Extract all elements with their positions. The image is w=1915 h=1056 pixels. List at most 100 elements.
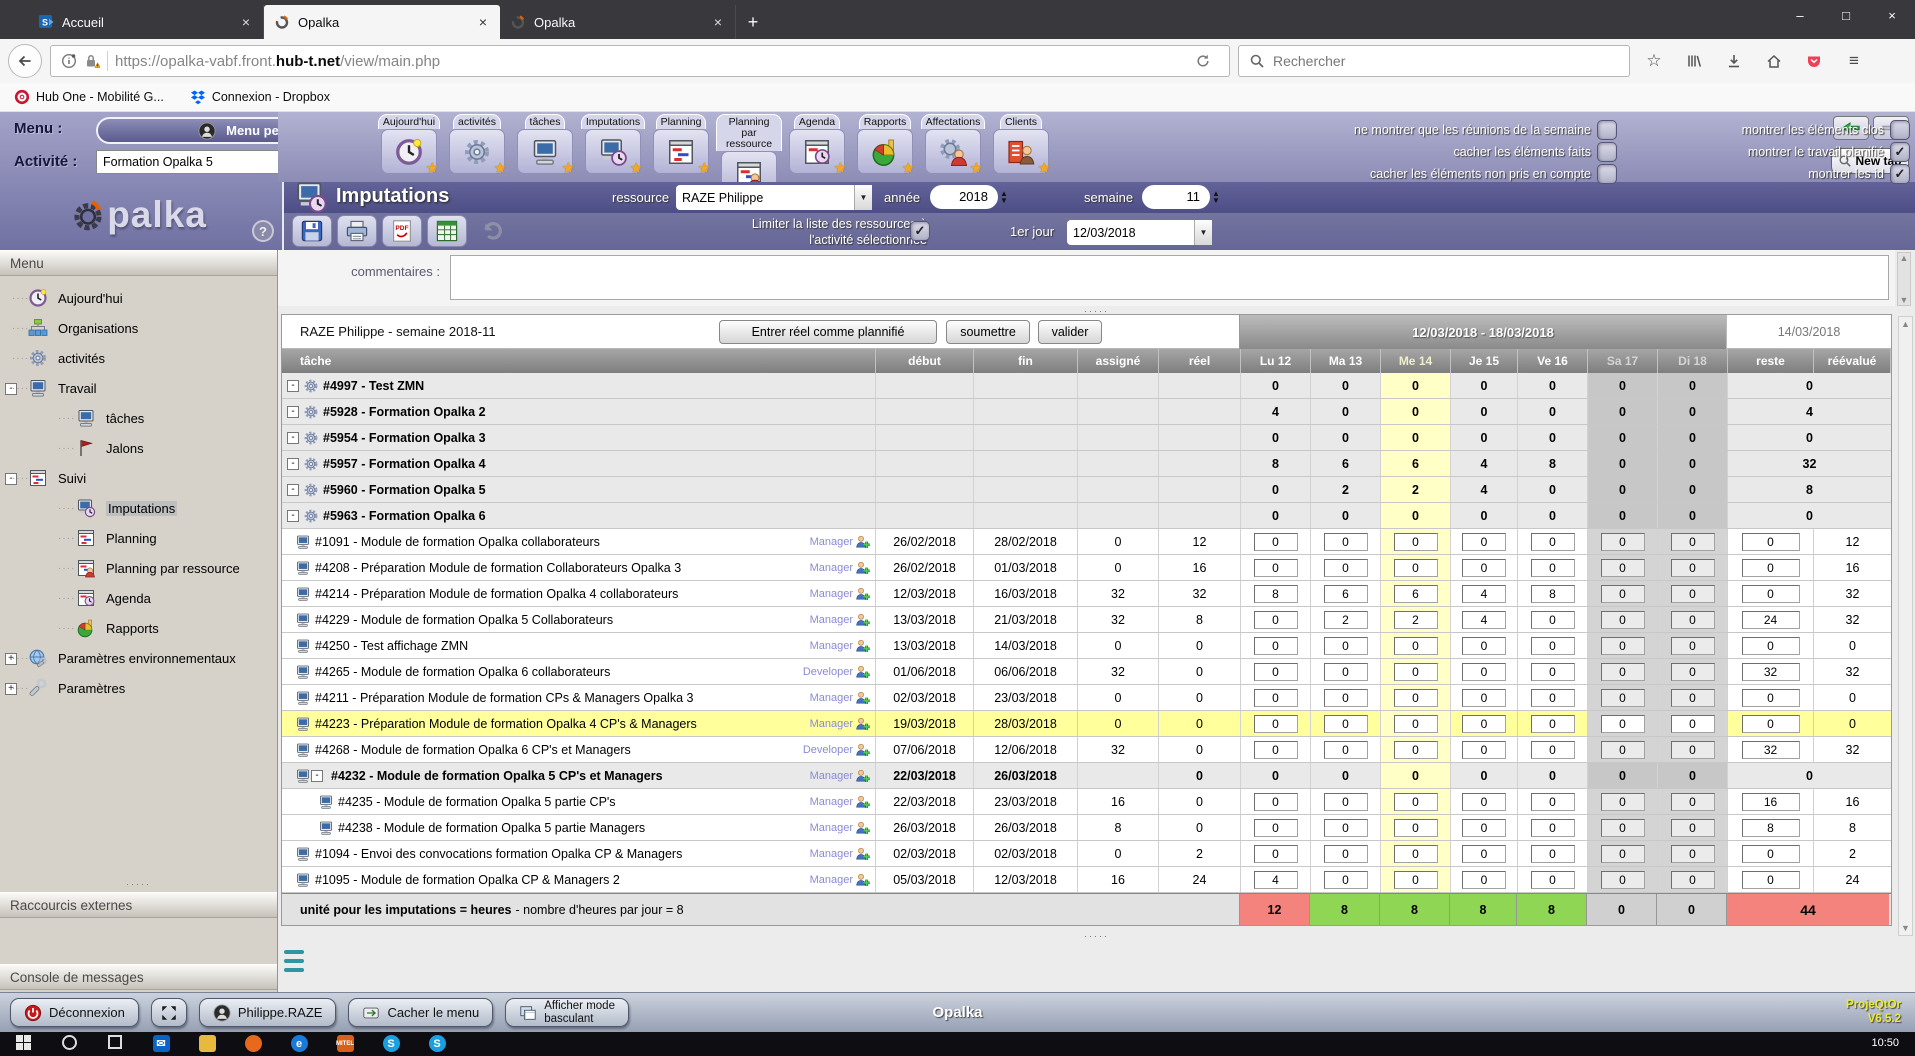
hours-input[interactable]: 0 bbox=[1601, 715, 1645, 733]
sidebar-item-organisations[interactable]: ····Organisations bbox=[0, 314, 277, 344]
hours-input[interactable]: 0 bbox=[1601, 819, 1645, 837]
column-header-fin[interactable]: fin bbox=[974, 349, 1078, 373]
app-tab-button[interactable]: ★ bbox=[653, 129, 709, 174]
downloads-icon[interactable] bbox=[1718, 46, 1750, 76]
reste-input[interactable]: 0 bbox=[1742, 845, 1800, 863]
hours-input[interactable]: 0 bbox=[1671, 611, 1715, 629]
sidebar-item-planning[interactable]: ····Planning bbox=[0, 524, 277, 554]
checkbox[interactable] bbox=[1890, 120, 1910, 140]
hours-input[interactable]: 0 bbox=[1324, 559, 1368, 577]
role-assign-link[interactable]: Manager bbox=[810, 716, 875, 732]
hours-input[interactable]: 0 bbox=[1324, 533, 1368, 551]
week-stepper[interactable]: 11▲▼ bbox=[1142, 185, 1220, 209]
column-header-reste[interactable]: reste bbox=[1728, 349, 1814, 373]
hours-input[interactable]: 0 bbox=[1394, 715, 1438, 733]
role-assign-link[interactable]: Manager bbox=[810, 534, 875, 550]
hours-input[interactable]: 0 bbox=[1671, 741, 1715, 759]
url-bar[interactable]: https://opalka-vabf.front.hub-t.net/view… bbox=[50, 45, 1230, 77]
home-icon[interactable] bbox=[1758, 46, 1790, 76]
sidebar-item-activit-s[interactable]: ····activités bbox=[0, 344, 277, 374]
hours-input[interactable]: 0 bbox=[1394, 637, 1438, 655]
sidebar-item-aujourd-hui[interactable]: ····Aujourd'hui bbox=[0, 284, 277, 314]
tab-close-icon[interactable]: × bbox=[476, 14, 490, 30]
mail-icon[interactable]: ✉ bbox=[138, 1032, 184, 1056]
table-row[interactable]: #4250 - Test affichage ZMNManager13/03/2… bbox=[282, 633, 1891, 659]
folder-icon[interactable] bbox=[184, 1032, 230, 1056]
sidebar-item-travail[interactable]: -····Travail bbox=[0, 374, 277, 404]
hours-input[interactable]: 0 bbox=[1601, 871, 1645, 889]
table-row[interactable]: #4268 - Module de formation Opalka 6 CP'… bbox=[282, 737, 1891, 763]
library-icon[interactable] bbox=[1678, 46, 1710, 76]
window-minimize-button[interactable]: – bbox=[1777, 0, 1823, 30]
table-row[interactable]: #4229 - Module de formation Opalka 5 Col… bbox=[282, 607, 1891, 633]
hours-input[interactable]: 0 bbox=[1601, 611, 1645, 629]
resource-select[interactable]: RAZE Philippe ▼ bbox=[676, 185, 872, 210]
hours-input[interactable]: 0 bbox=[1254, 741, 1298, 759]
hours-input[interactable]: 0 bbox=[1394, 689, 1438, 707]
app-tab-button[interactable]: ★ bbox=[585, 129, 641, 174]
hours-input[interactable]: 0 bbox=[1324, 741, 1368, 759]
sidebar-item-jalons[interactable]: ····Jalons bbox=[0, 434, 277, 464]
table-row[interactable]: -#4232 - Module de formation Opalka 5 CP… bbox=[282, 763, 1891, 789]
tab-close-icon[interactable]: × bbox=[711, 14, 725, 30]
sidebar-item-agenda[interactable]: ····Agenda bbox=[0, 584, 277, 614]
hours-input[interactable]: 0 bbox=[1531, 845, 1575, 863]
table-row[interactable]: -#5960 - Formation Opalka 502240008 bbox=[282, 477, 1891, 503]
app-tab-button[interactable]: ★ bbox=[381, 129, 437, 174]
comments-scrollbar[interactable]: ▲▼ bbox=[1897, 252, 1911, 306]
role-assign-link[interactable]: Manager bbox=[810, 794, 875, 810]
hours-input[interactable]: 0 bbox=[1462, 845, 1506, 863]
hours-input[interactable]: 0 bbox=[1462, 871, 1506, 889]
reste-input[interactable]: 0 bbox=[1742, 871, 1800, 889]
bookmark-item[interactable]: Connexion - Dropbox bbox=[190, 89, 330, 105]
reste-input[interactable]: 0 bbox=[1742, 533, 1800, 551]
hours-input[interactable]: 0 bbox=[1394, 559, 1438, 577]
splitter-handle[interactable]: ····· bbox=[0, 880, 277, 888]
reste-input[interactable]: 32 bbox=[1742, 663, 1800, 681]
window-close-button[interactable]: × bbox=[1869, 0, 1915, 30]
hours-input[interactable]: 0 bbox=[1324, 871, 1368, 889]
hours-input[interactable]: 0 bbox=[1671, 819, 1715, 837]
vertical-scrollbar[interactable]: ▲▼ bbox=[1898, 316, 1913, 936]
column-header-Lu-12[interactable]: Lu 12 bbox=[1241, 349, 1311, 373]
reload-icon[interactable] bbox=[1187, 46, 1219, 76]
reste-input[interactable]: 0 bbox=[1742, 715, 1800, 733]
table-row[interactable]: -#5963 - Formation Opalka 600000000 bbox=[282, 503, 1891, 529]
hours-input[interactable]: 0 bbox=[1462, 819, 1506, 837]
table-row[interactable]: -#5957 - Formation Opalka 4866480032 bbox=[282, 451, 1891, 477]
column-header-Ve-16[interactable]: Ve 16 bbox=[1518, 349, 1588, 373]
browser-tab[interactable]: Opalka× bbox=[264, 5, 500, 39]
column-header-r-valu-[interactable]: réévalué bbox=[1814, 349, 1891, 373]
undo-button[interactable] bbox=[472, 215, 512, 247]
taskbar-search-icon[interactable] bbox=[46, 1032, 92, 1056]
mitel-icon[interactable]: MITEL bbox=[322, 1032, 368, 1056]
reste-input[interactable]: 0 bbox=[1742, 689, 1800, 707]
help-icon[interactable]: ? bbox=[252, 220, 274, 242]
hours-input[interactable]: 0 bbox=[1601, 585, 1645, 603]
browser-tab[interactable]: SAccueil× bbox=[28, 5, 264, 39]
hours-input[interactable]: 6 bbox=[1324, 585, 1368, 603]
expander-toggle[interactable]: - bbox=[287, 458, 299, 470]
sidebar-item-planning-par-ressource[interactable]: ····Planning par ressource bbox=[0, 554, 277, 584]
comments-input[interactable] bbox=[450, 255, 1889, 300]
role-assign-link[interactable]: Manager bbox=[810, 586, 875, 602]
hours-input[interactable]: 0 bbox=[1254, 793, 1298, 811]
hours-input[interactable]: 0 bbox=[1254, 637, 1298, 655]
message-console-header[interactable]: Console de messages bbox=[0, 964, 277, 990]
hours-input[interactable]: 0 bbox=[1462, 533, 1506, 551]
role-assign-link[interactable]: Manager bbox=[810, 820, 875, 836]
checkbox[interactable]: ✓ bbox=[1890, 164, 1910, 184]
hours-input[interactable]: 0 bbox=[1462, 741, 1506, 759]
sidebar-item-rapports[interactable]: ····Rapports bbox=[0, 614, 277, 644]
role-assign-link[interactable]: Manager bbox=[810, 638, 875, 654]
save-button[interactable] bbox=[292, 215, 332, 247]
hours-input[interactable]: 0 bbox=[1601, 533, 1645, 551]
splitter-handle[interactable]: ····· bbox=[278, 932, 1915, 940]
table-row[interactable]: #4265 - Module de formation Opalka 6 col… bbox=[282, 659, 1891, 685]
hours-input[interactable]: 0 bbox=[1601, 637, 1645, 655]
menu-hamburger-icon[interactable]: ≡ bbox=[1838, 46, 1870, 76]
hours-input[interactable]: 4 bbox=[1462, 611, 1506, 629]
hours-input[interactable]: 0 bbox=[1671, 637, 1715, 655]
column-header-Je-15[interactable]: Je 15 bbox=[1451, 349, 1518, 373]
export-pdf-button[interactable]: PDF bbox=[382, 215, 422, 247]
